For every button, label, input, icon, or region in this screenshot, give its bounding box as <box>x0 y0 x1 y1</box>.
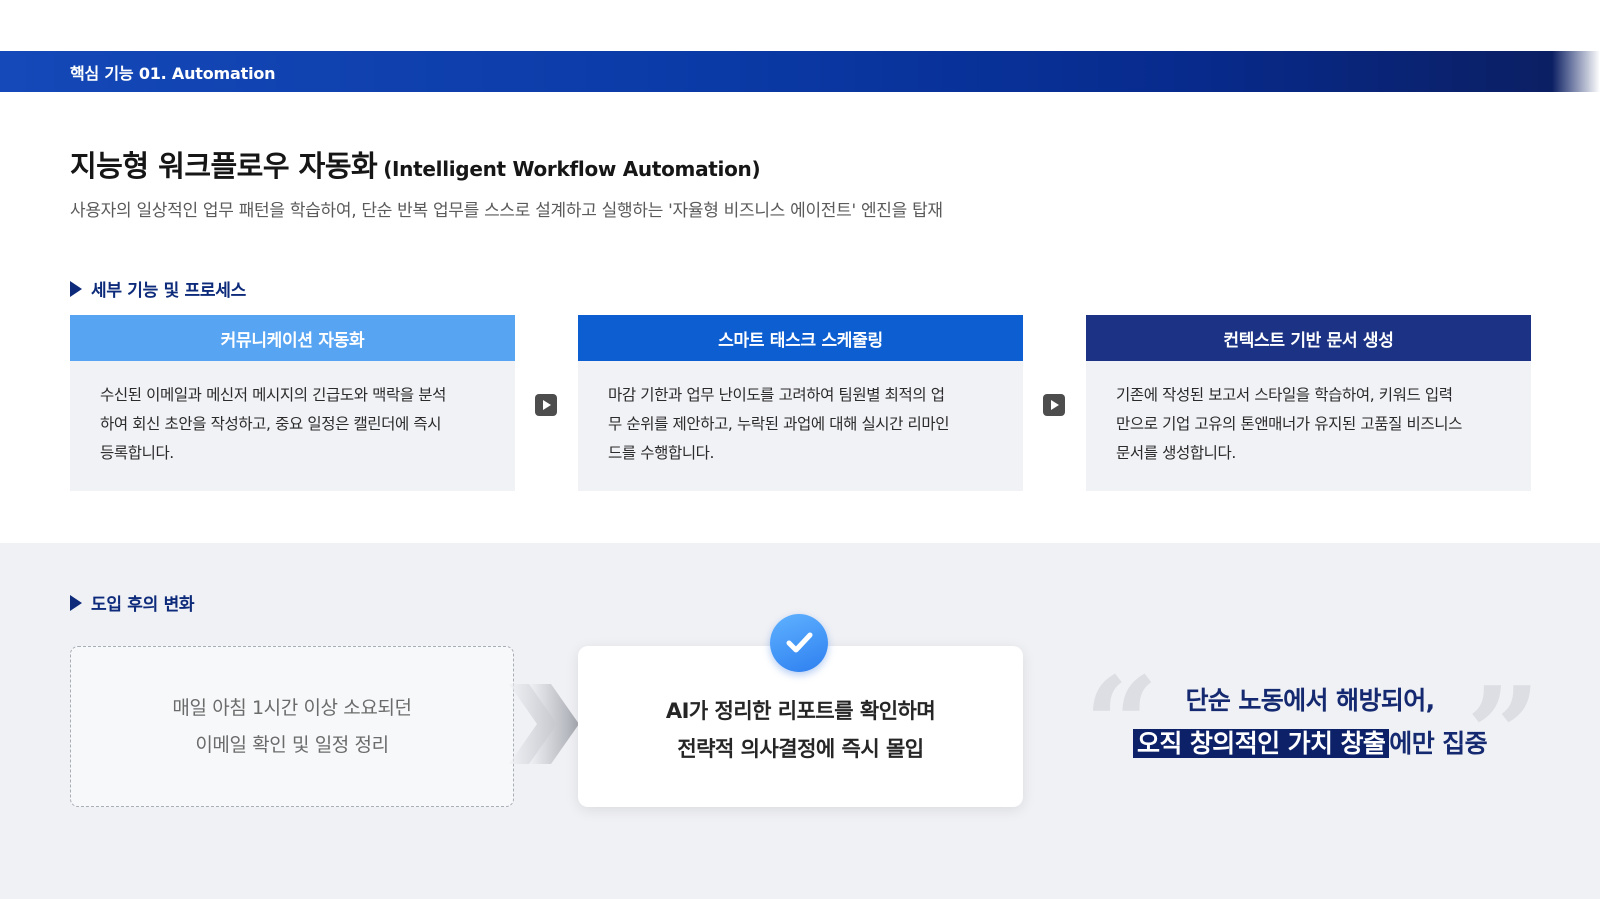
banner-label: 핵심 기능 01. Automation <box>70 63 276 83</box>
process-heading-text: 세부 기능 및 프로세스 <box>91 281 246 301</box>
card-desc-line: 등록합니다. <box>100 444 174 462</box>
feature-card-document: 컨텍스트 기반 문서 생성 기존에 작성된 보고서 스타일을 학습하여, 키워드… <box>1086 315 1531 491</box>
triangle-bullet-icon <box>70 280 82 297</box>
check-badge-icon <box>770 614 828 672</box>
play-arrow-icon <box>535 394 557 416</box>
card-desc-line: 문서를 생성합니다. <box>1116 444 1236 462</box>
card-description: 기존에 작성된 보고서 스타일을 학습하여, 키워드 입력 만으로 기업 고유의… <box>1086 361 1531 468</box>
checkmark-icon <box>786 632 813 653</box>
after-line: 전략적 의사결정에 즉시 몰입 <box>677 736 924 761</box>
play-arrow-icon <box>1043 394 1065 416</box>
before-state-box: 매일 아침 1시간 이상 소요되던 이메일 확인 및 일정 정리 <box>70 646 514 807</box>
title-english: (Intelligent Workflow Automation) <box>383 157 761 181</box>
change-heading-text: 도입 후의 변화 <box>91 595 195 615</box>
change-section-heading: 도입 후의 변화 <box>70 590 195 615</box>
double-chevron-right-icon <box>509 684 579 764</box>
card-desc-line: 드를 수행합니다. <box>608 444 715 462</box>
page-title: 지능형 워크플로우 자동화 (Intelligent Workflow Autom… <box>70 143 761 185</box>
section-banner: 핵심 기능 01. Automation <box>0 51 1600 92</box>
before-line: 이메일 확인 및 일정 정리 <box>195 733 389 756</box>
message-highlight: 오직 창의적인 가치 창출 <box>1132 729 1390 758</box>
card-desc-line: 수신된 이메일과 메신저 메시지의 긴급도와 맥락을 분석 <box>100 386 446 404</box>
after-line: AI가 정리한 리포트를 확인하며 <box>665 698 936 723</box>
feature-card-communication: 커뮤니케이션 자동화 수신된 이메일과 메신저 메시지의 긴급도와 맥락을 분석… <box>70 315 515 491</box>
card-desc-line: 마감 기한과 업무 난이도를 고려하여 팀원별 최적의 업 <box>608 386 945 404</box>
card-description: 수신된 이메일과 메신저 메시지의 긴급도와 맥락을 분석 하여 회신 초안을 … <box>70 361 515 468</box>
message-line-2: 오직 창의적인 가치 창출 에만 집중 <box>1110 724 1510 764</box>
card-desc-line: 만으로 기업 고유의 톤앤매너가 유지된 고품질 비즈니스 <box>1116 415 1462 433</box>
card-title: 스마트 태스크 스케줄링 <box>578 315 1023 361</box>
card-desc-line: 하여 회신 초안을 작성하고, 중요 일정은 캘린더에 즉시 <box>100 415 442 433</box>
feature-card-scheduling: 스마트 태스크 스케줄링 마감 기한과 업무 난이도를 고려하여 팀원별 최적의… <box>578 315 1023 491</box>
card-desc-line: 무 순위를 제안하고, 누락된 과업에 대해 실시간 리마인 <box>608 415 950 433</box>
triangle-bullet-icon <box>70 594 82 611</box>
card-title: 커뮤니케이션 자동화 <box>70 315 515 361</box>
message-rest: 에만 집중 <box>1389 729 1488 758</box>
key-message: 단순 노동에서 해방되어, 오직 창의적인 가치 창출 에만 집중 <box>1110 682 1510 764</box>
process-section-heading: 세부 기능 및 프로세스 <box>70 276 246 301</box>
title-korean: 지능형 워크플로우 자동화 <box>70 149 378 183</box>
card-title: 컨텍스트 기반 문서 생성 <box>1086 315 1531 361</box>
page-subtitle: 사용자의 일상적인 업무 패턴을 학습하여, 단순 반복 업무를 스스로 설계하… <box>70 201 943 221</box>
before-line: 매일 아침 1시간 이상 소요되던 <box>172 696 412 719</box>
card-desc-line: 기존에 작성된 보고서 스타일을 학습하여, 키워드 입력 <box>1116 386 1453 404</box>
card-description: 마감 기한과 업무 난이도를 고려하여 팀원별 최적의 업 무 순위를 제안하고… <box>578 361 1023 468</box>
message-line-1: 단순 노동에서 해방되어, <box>1185 686 1435 715</box>
